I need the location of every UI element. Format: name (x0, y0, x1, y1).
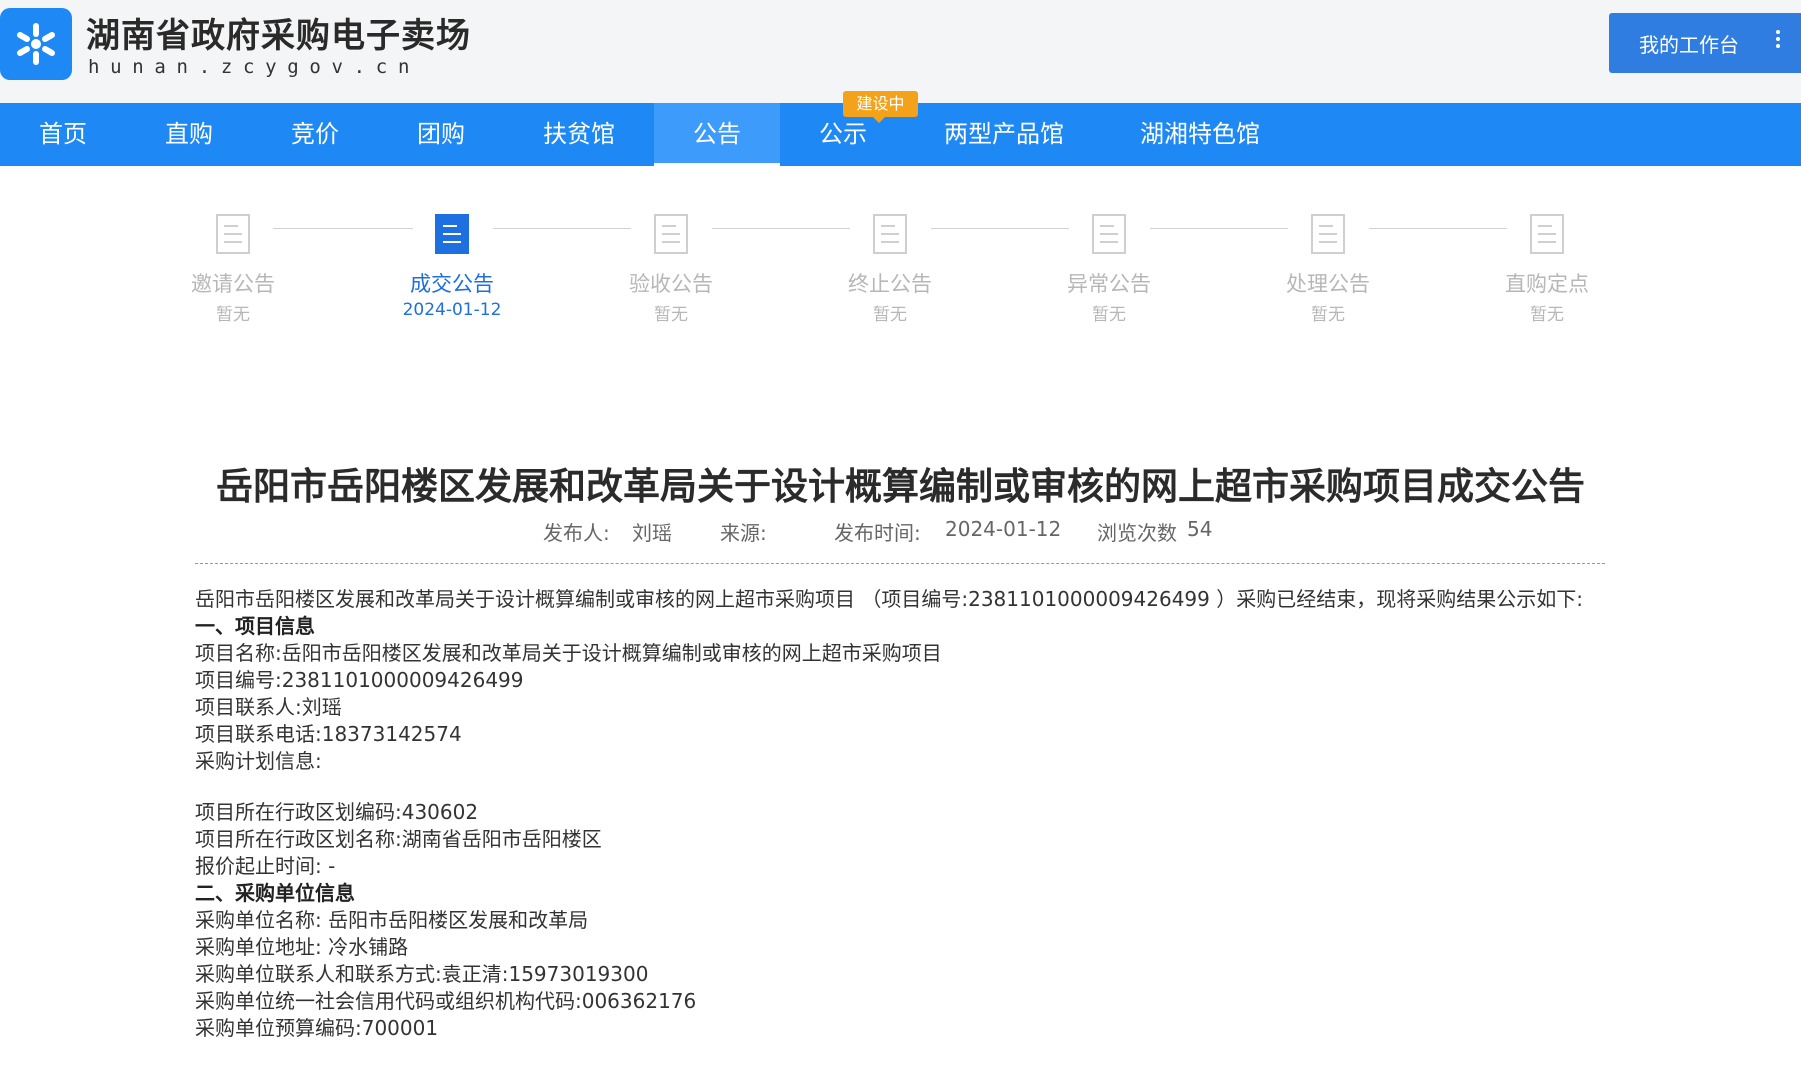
document-icon (1092, 214, 1126, 254)
purchaser-credit-code: 采购单位统一社会信用代码或组织机构代码:006362176 (195, 989, 697, 1013)
publisher-label: 发布人: (543, 521, 610, 545)
step-handling[interactable]: 处理公告 暂无 (1248, 214, 1408, 325)
title-divider (195, 563, 1605, 564)
nav-item-hunan-specialties[interactable]: 湖湘特色馆 (1102, 103, 1298, 166)
nav-item-two-type-products[interactable]: 两型产品馆 (906, 103, 1102, 166)
site-logo[interactable] (0, 8, 72, 80)
site-header: 湖南省政府采购电子卖场 hunan.zcygov.cn 我的工作台 (0, 0, 1801, 103)
region-name: 项目所在行政区划名称:湖南省岳阳市岳阳楼区 (195, 827, 602, 851)
step-title: 处理公告 (1286, 272, 1370, 296)
step-status: 暂无 (1092, 305, 1126, 325)
project-name: 项目名称:岳阳市岳阳楼区发展和改革局关于设计概算编制或审核的网上超市采购项目 (195, 641, 942, 665)
step-status: 暂无 (216, 305, 250, 325)
step-termination[interactable]: 终止公告 暂无 (810, 214, 970, 325)
article-body: 岳阳市岳阳楼区发展和改革局关于设计概算编制或审核的网上超市采购项目 （项目编号:… (195, 586, 1605, 1042)
step-status: 暂无 (1311, 305, 1345, 325)
article-title: 岳阳市岳阳楼区发展和改革局关于设计概算编制或审核的网上超市采购项目成交公告 (216, 465, 1585, 508)
document-icon (435, 214, 469, 254)
step-transaction[interactable]: 成交公告 2024-01-12 (372, 214, 532, 320)
views-label: 浏览次数 (1097, 521, 1177, 545)
step-status: 暂无 (1530, 305, 1564, 325)
nav-item-bidding[interactable]: 竞价 (252, 103, 378, 166)
purchaser-contact: 采购单位联系人和联系方式:袁正清:15973019300 (195, 962, 649, 986)
quote-period: 报价起止时间: - (195, 854, 336, 878)
site-domain: hunan.zcygov.cn (88, 56, 421, 78)
step-title: 终止公告 (848, 272, 932, 296)
views-count: 54 (1187, 517, 1213, 541)
nav-item-announcements[interactable]: 公告 (654, 103, 780, 166)
asterisk-logo-icon (17, 23, 55, 65)
step-acceptance[interactable]: 验收公告 暂无 (591, 214, 751, 325)
nav-item-group-buy[interactable]: 团购 (378, 103, 504, 166)
step-title: 异常公告 (1067, 272, 1151, 296)
document-icon (1311, 214, 1345, 254)
nav-item-direct-purchase[interactable]: 直购 (126, 103, 252, 166)
publisher-name: 刘瑶 (632, 521, 672, 545)
region-code: 项目所在行政区划编码:430602 (195, 800, 479, 824)
step-invitation[interactable]: 邀请公告 暂无 (153, 214, 313, 325)
workbench-button[interactable]: 我的工作台 (1609, 13, 1801, 73)
step-title: 成交公告 (410, 272, 494, 296)
project-number: 项目编号:2381101000009426499 (195, 668, 524, 692)
project-contact: 项目联系人:刘瑶 (195, 695, 342, 719)
nav-item-poverty-relief[interactable]: 扶贫馆 (504, 103, 654, 166)
step-designated-purchase[interactable]: 直购定点 暂无 (1467, 214, 1627, 325)
step-status: 暂无 (873, 305, 907, 325)
intro-paragraph: 岳阳市岳阳楼区发展和改革局关于设计概算编制或审核的网上超市采购项目 （项目编号:… (195, 587, 1583, 611)
step-title: 直购定点 (1505, 272, 1589, 296)
document-icon (1530, 214, 1564, 254)
purchaser-budget-code: 采购单位预算编码:700001 (195, 1016, 439, 1040)
nav-item-home[interactable]: 首页 (0, 103, 126, 166)
vertical-dots-icon (1773, 27, 1783, 57)
step-title: 邀请公告 (191, 272, 275, 296)
announcement-steps: 邀请公告 暂无 成交公告 2024-01-12 验收公告 暂无 终止公告 暂无 … (0, 166, 1801, 336)
purchaser-name: 采购单位名称: 岳阳市岳阳楼区发展和改革局 (195, 908, 589, 932)
procurement-plan-info: 采购计划信息: (195, 749, 322, 773)
document-icon (216, 214, 250, 254)
publish-time-label: 发布时间: (834, 521, 921, 545)
publish-time: 2024-01-12 (945, 517, 1062, 541)
site-title[interactable]: 湖南省政府采购电子卖场 (86, 8, 471, 57)
project-phone: 项目联系电话:18373142574 (195, 722, 462, 746)
purchaser-address: 采购单位地址: 冷水铺路 (195, 935, 409, 959)
document-icon (654, 214, 688, 254)
workbench-label: 我的工作台 (1639, 32, 1739, 57)
document-icon (873, 214, 907, 254)
section-heading: 二、采购单位信息 (195, 881, 355, 905)
section-heading: 一、项目信息 (195, 614, 315, 638)
step-title: 验收公告 (629, 272, 713, 296)
under-construction-badge: 建设中 (843, 91, 918, 123)
source-label: 来源: (720, 521, 767, 545)
step-date: 2024-01-12 (402, 300, 502, 320)
step-status: 暂无 (654, 305, 688, 325)
step-exception[interactable]: 异常公告 暂无 (1029, 214, 1189, 325)
